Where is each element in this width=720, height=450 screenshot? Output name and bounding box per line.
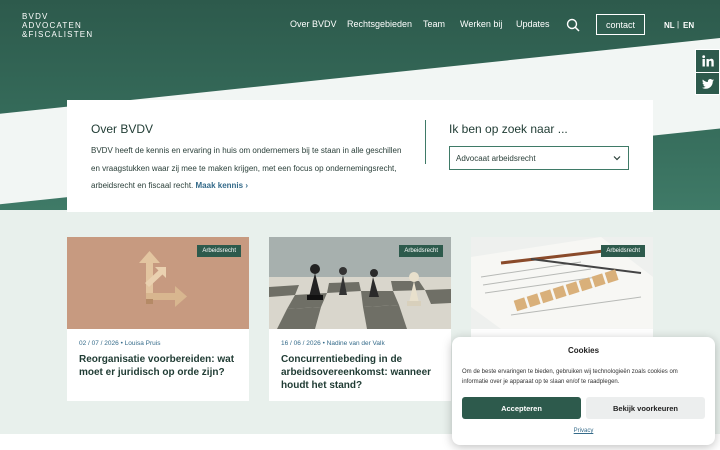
category-badge: Arbeidsrecht [197,245,241,257]
linkedin-icon[interactable] [696,50,719,72]
accept-cookies-button[interactable]: Accepteren [462,397,581,419]
news-meta: 16 / 06 / 2026 • Nadine van der Valk [281,340,385,347]
specialism-select[interactable]: Advocaat arbeidsrecht [449,146,629,170]
news-image-contract: Arbeidsrecht [471,237,653,329]
divider [425,120,426,164]
search-title: Ik ben op zoek naar ... [449,122,568,136]
meta-separator: • [322,340,325,347]
news-image-chess: Arbeidsrecht [269,237,451,329]
news-author: Louisa Pruis [124,340,161,347]
search-icon[interactable] [566,18,580,32]
news-author: Nadine van der Valk [326,340,385,347]
intro-card: Over BVDV BVDV heeft de kennis en ervari… [67,100,653,212]
about-title: Over BVDV [91,122,154,136]
lang-en[interactable]: EN [683,21,694,30]
privacy-link[interactable]: Privacy [452,428,715,434]
lang-separator: | [677,20,680,29]
news-image-arrows: Arbeidsrecht [67,237,249,329]
cookie-title: Cookies [567,346,600,355]
select-value: Advocaat arbeidsrecht [456,154,536,163]
nav-item-updates[interactable]: Updates [516,19,550,29]
nav-item-team[interactable]: Team [423,19,445,29]
cookie-text: Om de beste ervaringen te bieden, gebrui… [462,369,678,385]
news-card[interactable]: Arbeidsrecht 16 / 06 / 2026 • Nadine van… [269,237,451,401]
news-date: 16 / 06 / 2026 [281,340,321,347]
news-meta: 02 / 07 / 2026 • Louisa Pruis [79,340,160,347]
twitter-icon[interactable] [696,72,719,94]
chevron-down-icon [613,156,621,161]
cookie-banner: Cookies Om de beste ervaringen te bieden… [452,337,715,445]
about-text: BVDV heeft de kennis en ervaring in huis… [91,142,411,195]
news-title[interactable]: Concurrentiebeding in de arbeidsovereenk… [281,353,443,392]
news-card[interactable]: Arbeidsrecht 02 / 07 / 2026 • Louisa Pru… [67,237,249,401]
news-title[interactable]: Reorganisatie voorbereiden: wat moet er … [79,353,241,379]
category-badge: Arbeidsrecht [601,245,645,257]
about-link[interactable]: Maak kennis › [196,181,248,190]
category-badge: Arbeidsrecht [399,245,443,257]
lang-nl[interactable]: NL [664,21,675,30]
news-date: 02 / 07 / 2026 [79,340,119,347]
social-bar [695,49,720,95]
cookie-preferences-button[interactable]: Bekijk voorkeuren [586,397,705,419]
nav-item-over-bvdv[interactable]: Over BVDV [290,19,337,29]
main-nav: Over BVDV Rechtsgebieden Team Werken bij… [0,0,720,50]
nav-item-rechtsgebieden[interactable]: Rechtsgebieden [347,19,412,29]
nav-item-werken-bij[interactable]: Werken bij [460,19,502,29]
contact-button[interactable]: contact [596,14,645,35]
meta-separator: • [120,340,123,347]
